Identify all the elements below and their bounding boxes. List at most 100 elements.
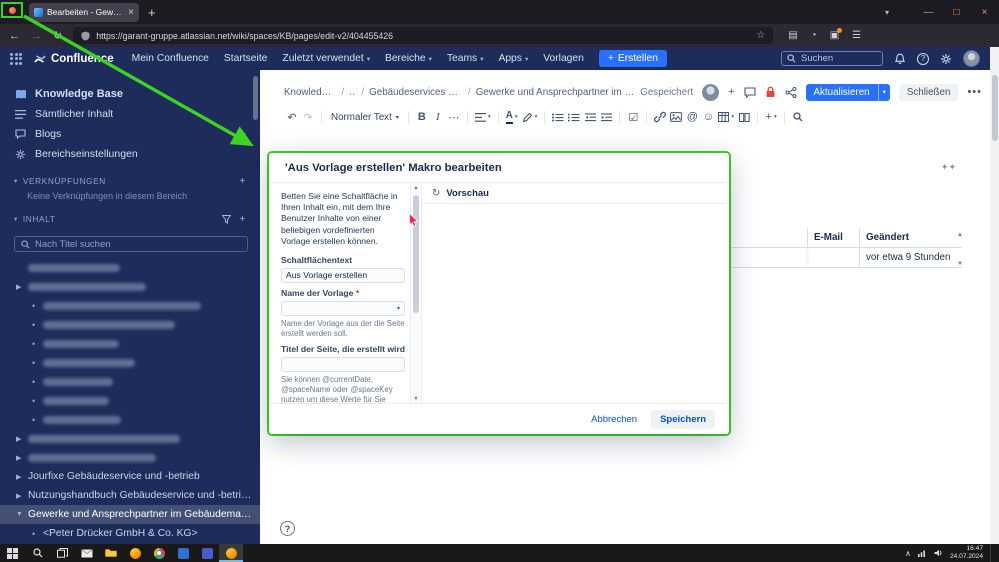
tree-item-redacted[interactable]: •: [0, 315, 260, 334]
window-maximize-button[interactable]: □: [950, 7, 963, 18]
tree-item-jourfixe[interactable]: ▶ Jourfixe Gebäudeservice und -betrieb: [0, 467, 260, 486]
share-icon[interactable]: [785, 86, 797, 98]
back-button[interactable]: ←: [9, 30, 20, 42]
tray-expand-icon[interactable]: ∧: [905, 549, 911, 558]
insert-plus-icon[interactable]: + ▾: [763, 109, 779, 126]
tree-item-gewerke-selected[interactable]: ▼ Gewerke und Ansprechpartner im Gebäudem…: [0, 505, 260, 524]
template-name-select[interactable]: ▾: [281, 300, 405, 316]
tree-item-redacted[interactable]: ▶: [0, 429, 260, 448]
help-button[interactable]: ?: [280, 521, 295, 536]
sidebar-scrollbar[interactable]: [253, 76, 258, 120]
page-title-input[interactable]: [281, 356, 405, 372]
chevron-right-icon[interactable]: ▶: [16, 435, 28, 443]
chevron-right-icon[interactable]: ▶: [16, 473, 28, 481]
cancel-button[interactable]: Abbrechen: [591, 414, 637, 425]
link-icon[interactable]: [652, 109, 668, 126]
comment-icon[interactable]: [743, 86, 756, 98]
forward-button[interactable]: →: [31, 30, 42, 42]
tree-item-redacted[interactable]: ▶: [0, 277, 260, 296]
tree-item-nutzungshandbuch[interactable]: ▶ Nutzungshandbuch Gebäudeservice und -be…: [0, 486, 260, 505]
scroll-up-icon[interactable]: ▲: [413, 183, 418, 192]
update-button[interactable]: Aktualisieren: [805, 83, 878, 101]
tab-list-chevron-icon[interactable]: ▾: [885, 8, 889, 17]
tree-item-redacted[interactable]: [0, 258, 260, 277]
update-dropdown-chevron[interactable]: ▾: [877, 83, 890, 101]
layouts-icon[interactable]: [736, 109, 752, 126]
taskbar-clock[interactable]: 16:47 24.07.2024: [950, 545, 983, 561]
nav-apps[interactable]: Apps ▾: [498, 53, 528, 64]
nav-mein-confluence[interactable]: Mein Confluence: [132, 53, 209, 64]
tree-item-redacted[interactable]: •: [0, 410, 260, 429]
mention-icon[interactable]: @: [684, 109, 700, 126]
taskbar-search-icon[interactable]: [25, 544, 50, 562]
window-minimize-button[interactable]: —: [922, 7, 935, 18]
window-close-button[interactable]: ×: [978, 7, 991, 18]
scrollbar-thumb[interactable]: [991, 75, 998, 141]
table-scrollbar[interactable]: ▲ ▼: [957, 232, 963, 267]
confluence-logo[interactable]: Confluence: [34, 53, 114, 65]
filter-icon[interactable]: [221, 214, 231, 224]
taskbar-app-firefox[interactable]: [123, 544, 147, 562]
tree-item-redacted[interactable]: •: [0, 372, 260, 391]
text-color-icon[interactable]: A ▾: [504, 109, 520, 126]
create-button[interactable]: + Erstellen: [598, 50, 667, 67]
start-button[interactable]: [0, 544, 25, 562]
taskbar-app-blue-2[interactable]: [195, 544, 219, 562]
account-icon[interactable]: ◔: [811, 30, 817, 41]
firefox-view-icon[interactable]: [8, 6, 16, 14]
emoji-icon[interactable]: ☺: [700, 109, 716, 126]
user-avatar[interactable]: [963, 50, 980, 67]
global-search[interactable]: [781, 51, 883, 66]
bold-icon[interactable]: B: [414, 109, 430, 126]
nav-vorlagen[interactable]: Vorlagen: [543, 53, 584, 64]
find-replace-icon[interactable]: [790, 109, 806, 126]
page-scrollbar[interactable]: [990, 47, 999, 544]
chevron-right-icon[interactable]: ▶: [16, 454, 28, 462]
sidebar-search[interactable]: [14, 236, 248, 252]
taskbar-app-file-explorer[interactable]: [99, 544, 123, 562]
image-icon[interactable]: [668, 109, 684, 126]
table-icon[interactable]: ▾: [716, 109, 736, 126]
nav-bereiche[interactable]: Bereiche ▾: [385, 53, 432, 64]
add-collaborator-icon[interactable]: +: [728, 86, 734, 98]
sidebar-item-all-content[interactable]: Sämtlicher Inhalt: [0, 104, 260, 124]
tree-item-redacted[interactable]: ▶: [0, 448, 260, 467]
chevron-down-icon[interactable]: ▼: [16, 511, 28, 518]
refresh-icon[interactable]: ↻: [432, 188, 440, 199]
breadcrumb-ellipsis[interactable]: ...: [349, 87, 356, 98]
scroll-down-icon[interactable]: ▼: [413, 394, 418, 403]
reload-button[interactable]: ↻: [53, 29, 62, 42]
menu-icon[interactable]: ☰: [852, 30, 861, 41]
settings-gear-icon[interactable]: [940, 53, 952, 65]
close-editor-button[interactable]: Schließen: [898, 83, 959, 101]
breadcrumb-item[interactable]: Gebäudeservices und ...: [369, 87, 463, 98]
links-section-header[interactable]: ▾ VERKNÜPFUNGEN +: [0, 172, 260, 190]
network-icon[interactable]: [917, 549, 927, 557]
nav-zuletzt-verwendet[interactable]: Zuletzt verwendet ▾: [282, 53, 370, 64]
more-formatting-icon[interactable]: ⋯: [446, 109, 462, 126]
space-home-item[interactable]: Knowledge Base: [0, 84, 260, 104]
shield-icon[interactable]: [81, 31, 90, 41]
undo-icon[interactable]: ↶: [284, 109, 300, 126]
chevron-right-icon[interactable]: ▶: [16, 283, 28, 291]
tree-item-redacted[interactable]: •: [0, 391, 260, 410]
tree-item-redacted[interactable]: •: [0, 296, 260, 315]
help-icon[interactable]: ?: [917, 52, 929, 65]
more-options-icon[interactable]: •••: [967, 86, 982, 98]
sidebar-search-input[interactable]: [35, 238, 220, 250]
save-button[interactable]: Speichern: [651, 409, 715, 429]
taskbar-app-mail[interactable]: [75, 544, 99, 562]
alignment-icon[interactable]: ▾: [473, 109, 493, 126]
add-page-icon[interactable]: +: [240, 214, 246, 225]
breadcrumb-item[interactable]: Gewerke und Ansprechpartner im Gebäu...: [476, 87, 641, 98]
tab-close-icon[interactable]: ×: [128, 7, 134, 18]
add-icon[interactable]: +: [240, 128, 246, 140]
bookmark-star-icon[interactable]: ☆: [756, 30, 765, 41]
volume-icon[interactable]: [934, 549, 943, 557]
breadcrumb-item[interactable]: Knowledge ...: [284, 87, 336, 98]
collaborator-avatar[interactable]: [702, 83, 720, 101]
task-view-icon[interactable]: [50, 544, 75, 562]
nav-startseite[interactable]: Startseite: [224, 53, 268, 64]
url-bar[interactable]: https://garant-gruppe.atlassian.net/wiki…: [73, 27, 774, 44]
add-link-icon[interactable]: +: [240, 176, 246, 187]
